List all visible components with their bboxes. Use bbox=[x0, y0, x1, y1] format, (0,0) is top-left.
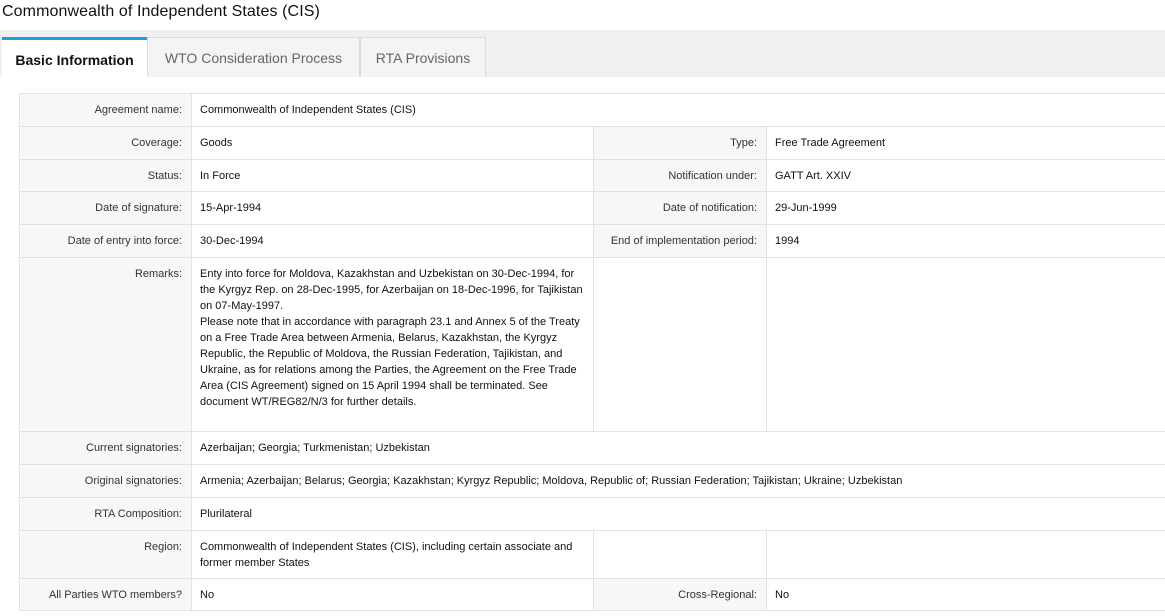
rta-composition-value: Plurilateral bbox=[190, 497, 1165, 531]
cross-regional-value: No bbox=[765, 578, 1165, 611]
region-label: Region: bbox=[19, 530, 192, 579]
original-signatories-label: Original signatories: bbox=[19, 464, 192, 498]
tab-rta-provisions[interactable]: RTA Provisions bbox=[360, 37, 486, 77]
date-of-entry-value: 30-Dec-1994 bbox=[191, 224, 594, 258]
row-wto-members-cross-regional: All Parties WTO members? No Cross-Region… bbox=[19, 578, 1165, 611]
row-dates: Date of signature: 15-Apr-1994 Date of n… bbox=[19, 191, 1165, 225]
row-remarks: Remarks: Enty into force for Moldova, Ka… bbox=[19, 257, 1165, 432]
cross-regional-label: Cross-Regional: bbox=[593, 578, 767, 611]
all-parties-wto-label: All Parties WTO members? bbox=[19, 578, 192, 611]
status-label: Status: bbox=[19, 159, 192, 192]
coverage-value: Goods bbox=[191, 126, 594, 160]
original-signatories-value: Armenia; Azerbaijan; Belarus; Georgia; K… bbox=[190, 464, 1165, 498]
remarks-value: Enty into force for Moldova, Kazakhstan … bbox=[191, 257, 594, 432]
rta-composition-label: RTA Composition: bbox=[19, 497, 192, 531]
remarks-empty-cell-2 bbox=[765, 257, 1165, 432]
remarks-label: Remarks: bbox=[19, 257, 192, 432]
row-status-notification: Status: In Force Notification under: GAT… bbox=[19, 159, 1165, 192]
notification-under-value: GATT Art. XXIV bbox=[765, 159, 1165, 192]
row-entry-implementation: Date of entry into force: 30-Dec-1994 En… bbox=[19, 224, 1165, 258]
tab-bar: Basic Information WTO Consideration Proc… bbox=[0, 30, 1165, 77]
row-original-signatories: Original signatories: Armenia; Azerbaija… bbox=[19, 464, 1165, 498]
end-of-implementation-label: End of implementation period: bbox=[593, 224, 767, 258]
region-empty-cell bbox=[593, 530, 767, 579]
date-of-signature-label: Date of signature: bbox=[19, 191, 192, 225]
row-region: Region: Commonwealth of Independent Stat… bbox=[19, 530, 1165, 579]
row-rta-composition: RTA Composition: Plurilateral bbox=[19, 497, 1165, 531]
region-empty-cell-2 bbox=[765, 530, 1165, 579]
date-of-notification-label: Date of notification: bbox=[593, 191, 767, 225]
agreement-name-label: Agreement name: bbox=[19, 93, 192, 127]
date-of-signature-value: 15-Apr-1994 bbox=[191, 191, 594, 225]
agreement-name-value: Commonwealth of Independent States (CIS) bbox=[190, 93, 1165, 127]
type-label: Type: bbox=[593, 126, 767, 160]
date-of-entry-label: Date of entry into force: bbox=[19, 224, 192, 258]
region-value: Commonwealth of Independent States (CIS)… bbox=[191, 530, 594, 579]
date-of-notification-value: 29-Jun-1999 bbox=[765, 191, 1165, 225]
current-signatories-label: Current signatories: bbox=[19, 431, 192, 465]
status-value: In Force bbox=[191, 159, 594, 192]
current-signatories-value: Azerbaijan; Georgia; Turkmenistan; Uzbek… bbox=[190, 431, 1165, 465]
row-agreement-name: Agreement name: Commonwealth of Independ… bbox=[19, 93, 1165, 127]
notification-under-label: Notification under: bbox=[593, 159, 767, 192]
end-of-implementation-value: 1994 bbox=[765, 224, 1165, 258]
row-coverage-type: Coverage: Goods Type: Free Trade Agreeme… bbox=[19, 126, 1165, 160]
tab-basic-information[interactable]: Basic Information bbox=[2, 37, 147, 77]
row-current-signatories: Current signatories: Azerbaijan; Georgia… bbox=[19, 431, 1165, 465]
all-parties-wto-value: No bbox=[191, 578, 594, 611]
page-title: Commonwealth of Independent States (CIS) bbox=[2, 3, 320, 20]
tab-wto-consideration-process[interactable]: WTO Consideration Process bbox=[147, 37, 360, 77]
remarks-empty-cell bbox=[593, 257, 767, 432]
type-value: Free Trade Agreement bbox=[765, 126, 1165, 160]
basic-information-table: Agreement name: Commonwealth of Independ… bbox=[19, 93, 1165, 611]
coverage-label: Coverage: bbox=[19, 126, 192, 160]
